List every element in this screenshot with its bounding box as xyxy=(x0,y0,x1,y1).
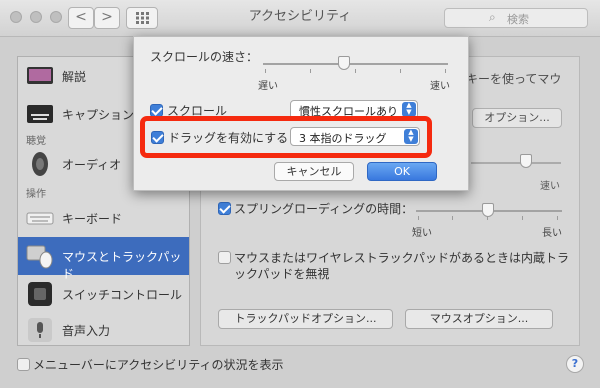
ignore-trackpad-label-line1: マウスまたはワイヤレストラックパッドがあるときは内蔵トラ xyxy=(234,251,570,265)
tick xyxy=(265,69,266,73)
spring-loading-checkbox[interactable] xyxy=(218,202,231,215)
sidebar-item-mouse-trackpad[interactable]: マウスとトラックパッド xyxy=(18,237,189,281)
ignore-trackpad-checkbox[interactable] xyxy=(218,251,231,264)
tick xyxy=(522,216,523,220)
scroll-speed-knob[interactable] xyxy=(338,56,350,70)
microphone-icon xyxy=(28,318,52,342)
chevron-updown-icon: ▲ ▼ xyxy=(402,102,416,117)
tick xyxy=(418,216,419,220)
fast-label: 速い xyxy=(540,181,560,192)
options-button[interactable]: オプション... xyxy=(472,108,562,128)
title-bar: < > アクセシビリティ ⌕ 検索 xyxy=(0,0,600,37)
ignore-trackpad-label-line2: ックパッドを無視 xyxy=(234,267,330,281)
switch-control-icon xyxy=(28,282,52,306)
slider-track xyxy=(471,162,561,164)
short-label: 短い xyxy=(412,228,432,239)
close-window-button[interactable] xyxy=(10,11,22,23)
cancel-button[interactable]: キャンセル xyxy=(274,162,354,181)
spring-loading-knob[interactable] xyxy=(482,203,494,217)
sidebar-item-label: キーボード xyxy=(62,212,123,226)
back-button[interactable]: < xyxy=(68,7,94,29)
sidebar-item-label: 解説 xyxy=(62,70,87,84)
tick xyxy=(400,69,401,73)
keyboard-icon xyxy=(26,212,54,225)
search-field[interactable]: ⌕ 検索 xyxy=(444,8,588,28)
slider-knob[interactable] xyxy=(520,154,532,168)
sidebar-item-switch-control[interactable]: スイッチコントロール xyxy=(18,275,189,313)
show-all-button[interactable] xyxy=(126,7,158,29)
sidebar-item-label: オーディオ xyxy=(62,158,122,172)
captions-icon xyxy=(27,105,53,123)
tick xyxy=(452,216,453,220)
sidebar-item-dictation[interactable]: 音声入力 xyxy=(18,311,189,349)
fast-label: 速い xyxy=(430,81,450,92)
mouse-options-button[interactable]: マウスオプション... xyxy=(405,309,553,329)
scroll-speed-track xyxy=(263,63,448,65)
slow-label: 遅い xyxy=(258,81,278,92)
show-status-menubar-label: メニューバーにアクセシビリティの状況を表示 xyxy=(33,358,284,372)
window-title: アクセシビリティ xyxy=(248,9,352,24)
spring-loading-label: スプリングローディングの時間： xyxy=(234,202,414,216)
forward-button[interactable]: > xyxy=(94,7,120,29)
mouse-trackpad-icon xyxy=(26,245,53,269)
sidebar-item-label: 音声入力 xyxy=(62,324,111,338)
search-placeholder: 検索 xyxy=(507,13,529,26)
tick xyxy=(557,216,558,220)
sidebar-item-label: キャプション xyxy=(62,108,135,122)
trackpad-options-button[interactable]: トラックパッドオプション... xyxy=(218,309,393,329)
search-icon: ⌕ xyxy=(489,10,496,24)
section-header-interaction: 操作 xyxy=(26,189,46,200)
ok-button[interactable]: OK xyxy=(367,162,437,181)
partial-keys-label: キーを使ってマウ xyxy=(466,72,562,86)
tick xyxy=(355,69,356,73)
grid-icon xyxy=(136,12,149,24)
preferences-window: < > アクセシビリティ ⌕ 検索 解説 キャプション 聴覚 オーディオ 操作 … xyxy=(0,0,600,388)
red-highlight-box xyxy=(140,116,432,158)
display-icon xyxy=(27,67,53,84)
tick xyxy=(445,69,446,73)
tick xyxy=(310,69,311,73)
help-button[interactable]: ? xyxy=(566,355,584,373)
sidebar-item-keyboard[interactable]: キーボード xyxy=(18,199,189,237)
long-label: 長い xyxy=(542,228,562,239)
show-status-menubar-checkbox[interactable] xyxy=(17,358,30,371)
minimize-window-button[interactable] xyxy=(30,11,42,23)
scroll-speed-label: スクロールの速さ： xyxy=(150,50,259,64)
zoom-window-button[interactable] xyxy=(50,11,62,23)
speaker-icon xyxy=(32,152,48,176)
sidebar-item-label: スイッチコントロール xyxy=(62,288,183,302)
